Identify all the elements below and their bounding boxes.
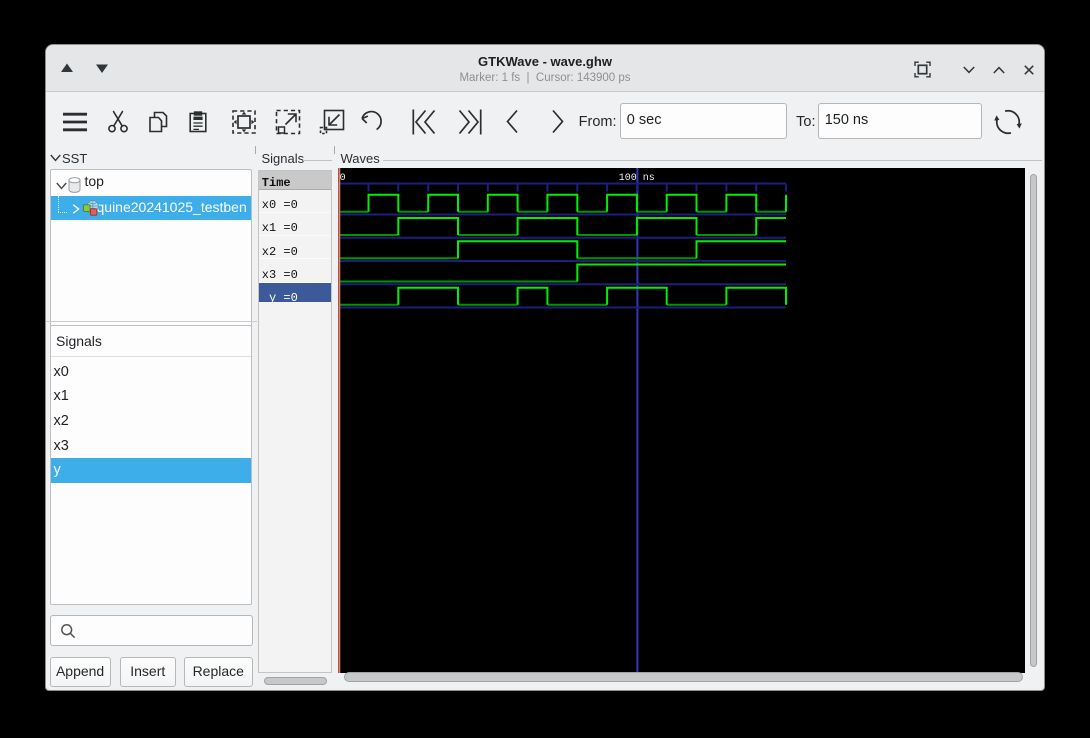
- svg-text:100 ns: 100 ns: [618, 173, 654, 184]
- svg-text:0: 0: [339, 173, 345, 184]
